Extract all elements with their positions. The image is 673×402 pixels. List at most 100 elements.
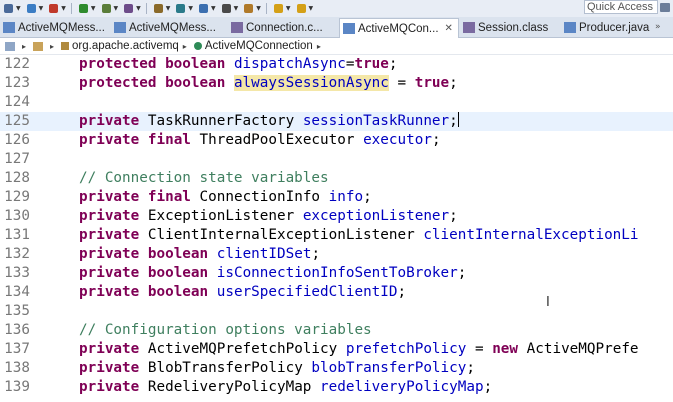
search-icon[interactable] <box>153 3 163 13</box>
stop-icon[interactable] <box>49 3 59 13</box>
code-token: RedeliveryPolicyMap <box>139 379 321 395</box>
code-line[interactable]: 131 private ClientInternalExceptionListen… <box>0 226 673 245</box>
line-number: 125 <box>4 113 30 129</box>
dropdown-arrow-icon[interactable]: ▼ <box>256 5 261 12</box>
code-line[interactable]: 127 <box>0 150 673 169</box>
line-number: 138 <box>4 360 30 376</box>
class-file-icon <box>463 22 475 33</box>
code-line[interactable]: 125 private TaskRunnerFactory sessionTask… <box>0 112 673 131</box>
paragraph-icon[interactable] <box>221 3 231 13</box>
dropdown-arrow-icon[interactable]: ▼ <box>136 5 141 12</box>
code-token: ; <box>363 189 372 205</box>
editor-tab[interactable]: ActiveMQCon... ✕ <box>339 18 459 38</box>
code-line[interactable]: 123 protected boolean alwaysSessionAsync … <box>0 74 673 93</box>
line-number: 136 <box>4 322 30 338</box>
project-icon[interactable] <box>5 41 15 51</box>
code-line[interactable]: 137 private ActiveMQPrefetchPolicy prefet… <box>0 340 673 359</box>
breadcrumb-separator-icon: ▸ <box>182 41 187 51</box>
code-text: private boolean isConnectionInfoSentToBr… <box>79 264 466 283</box>
tab-label: Producer.java <box>579 21 650 34</box>
code-line[interactable]: 129 private final ConnectionInfo info; <box>0 188 673 207</box>
dropdown-arrow-icon[interactable]: ▼ <box>286 5 291 12</box>
code-text: private final ThreadPoolExecutor executo… <box>79 131 441 150</box>
code-line[interactable]: 134 private boolean userSpecifiedClientID… <box>0 283 673 302</box>
code-editor[interactable]: I 122 protected boolean dispatchAsync=tru… <box>0 55 673 402</box>
line-number: 139 <box>4 379 30 395</box>
open-type-icon[interactable] <box>124 3 134 13</box>
code-token: private <box>79 132 140 148</box>
dropdown-arrow-icon[interactable]: ▼ <box>39 5 44 12</box>
dropdown-arrow-icon[interactable]: ▼ <box>114 5 119 12</box>
code-line[interactable]: 132 private boolean clientIDSet; <box>0 245 673 264</box>
code-line[interactable]: 139 private RedeliveryPolicyMap redeliver… <box>0 378 673 397</box>
code-line[interactable]: 138 private BlobTransferPolicy blobTransf… <box>0 359 673 378</box>
dropdown-arrow-icon[interactable]: ▼ <box>211 5 216 12</box>
code-text: private final ConnectionInfo info; <box>79 188 372 207</box>
debug-icon[interactable] <box>101 3 111 13</box>
dropdown-arrow-icon[interactable]: ▼ <box>166 5 171 12</box>
code-token: ; <box>431 132 441 148</box>
package-icon <box>61 42 70 50</box>
line-number: 137 <box>4 341 30 357</box>
dropdown-arrow-icon[interactable]: ▼ <box>188 5 193 12</box>
line-number: 127 <box>4 151 30 167</box>
run-icon[interactable] <box>78 3 88 13</box>
pin-icon[interactable] <box>176 3 186 13</box>
breadcrumb-class[interactable]: ActiveMQConnection <box>205 40 313 52</box>
code-text: private TaskRunnerFactory sessionTaskRun… <box>79 112 459 131</box>
close-tab-icon[interactable]: ✕ <box>445 23 453 34</box>
code-token: ; <box>311 246 321 262</box>
code-line[interactable]: 122 protected boolean dispatchAsync=true; <box>0 55 673 74</box>
dropdown-arrow-icon[interactable]: ▼ <box>61 5 66 12</box>
editor-tab[interactable]: ActiveMQMess... <box>0 18 108 37</box>
gear-icon[interactable] <box>4 3 13 13</box>
dropdown-arrow-icon[interactable]: ▼ <box>16 5 21 12</box>
code-line[interactable]: 133 private boolean isConnectionInfoSentT… <box>0 264 673 283</box>
source-folder-icon[interactable] <box>33 41 44 51</box>
editor-tab[interactable]: Session.class <box>460 18 558 37</box>
tab-label: ActiveMQMess... <box>129 21 216 34</box>
dropdown-arrow-icon[interactable]: ▼ <box>91 5 96 12</box>
nav-back-icon[interactable] <box>273 3 283 13</box>
editor-tab[interactable]: ActiveMQMess... <box>111 18 225 37</box>
edit-icon[interactable] <box>244 3 254 13</box>
editor-tab[interactable]: Producer.java <box>561 18 653 37</box>
code-text: private ClientInternalExceptionListener … <box>79 226 639 245</box>
code-token: new <box>492 341 519 357</box>
annotation-icon[interactable] <box>199 3 208 13</box>
code-token: protected <box>79 56 157 72</box>
code-text: private BlobTransferPolicy blobTransferP… <box>79 359 475 378</box>
code-line[interactable]: 124 <box>0 93 673 112</box>
editor-tab[interactable]: Connection.c... <box>228 18 336 37</box>
code-line[interactable]: 136 // Configuration options variables <box>0 321 673 340</box>
perspective-icon[interactable] <box>660 3 670 12</box>
code-line[interactable]: 130 private ExceptionListener exceptionLi… <box>0 207 673 226</box>
code-token: alwaysSessionAsync <box>233 75 389 91</box>
code-token: private <box>79 265 140 281</box>
line-number: 130 <box>4 208 30 224</box>
code-line[interactable]: 128 // Connection state variables <box>0 169 673 188</box>
new-icon[interactable] <box>26 3 36 13</box>
nav-forward-icon[interactable] <box>296 3 306 13</box>
code-token: private <box>79 189 140 205</box>
code-token: redeliveryPolicyMap <box>320 379 484 395</box>
code-token: final <box>147 132 191 148</box>
code-text: private boolean userSpecifiedClientID; <box>79 283 406 302</box>
code-token: true <box>354 56 389 72</box>
code-token: private <box>79 341 140 357</box>
code-text: private ActiveMQPrefetchPolicy prefetchP… <box>79 340 639 359</box>
dropdown-arrow-icon[interactable]: ▼ <box>309 5 314 12</box>
code-line[interactable]: 135 <box>0 302 673 321</box>
code-token: ActiveMQPrefetchPolicy <box>139 341 346 357</box>
line-number: 124 <box>4 94 30 110</box>
code-token: ThreadPoolExecutor <box>190 132 364 148</box>
quick-access-field[interactable]: Quick Access <box>584 0 658 14</box>
tab-overflow-icon[interactable]: » <box>655 22 661 32</box>
breadcrumb-separator-icon: ▸ <box>22 41 27 51</box>
dropdown-arrow-icon[interactable]: ▼ <box>234 5 239 12</box>
breadcrumb-package[interactable]: org.apache.activemq <box>72 40 179 52</box>
code-line[interactable]: 126 private final ThreadPoolExecutor exec… <box>0 131 673 150</box>
code-token: clientIDSet <box>216 246 312 262</box>
